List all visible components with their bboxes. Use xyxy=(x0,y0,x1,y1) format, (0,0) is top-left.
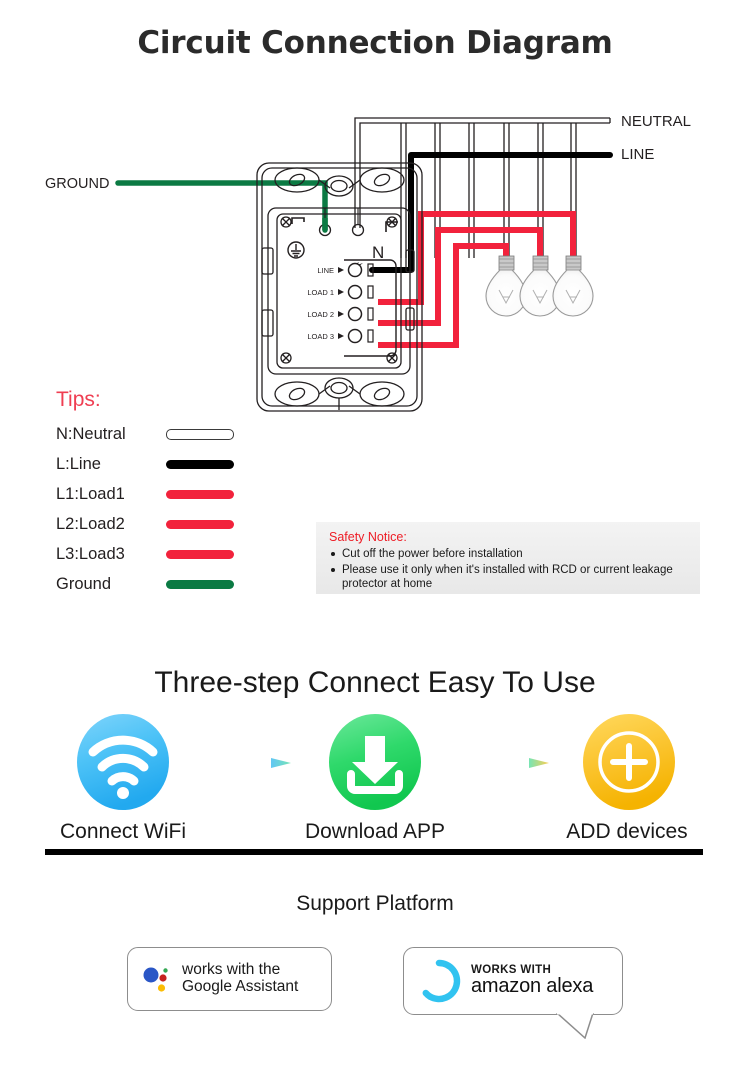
legend-label: L2:Load2 xyxy=(56,514,125,533)
support-platform-title: Support Platform xyxy=(296,892,454,915)
step-label-connect-wifi: Connect WiFi xyxy=(59,820,187,843)
terminal-arrows xyxy=(338,267,344,339)
terminal-screws xyxy=(347,262,363,344)
support-badges: works with the Google Assistant WORKS WI… xyxy=(0,947,750,1057)
line-label: LINE xyxy=(621,146,654,163)
badge-google-line2: Google Assistant xyxy=(182,978,299,995)
step-add-devices[interactable] xyxy=(579,712,679,812)
neutral-bus-wire xyxy=(354,117,611,138)
three-step-labels: Connect WiFi Download APP ADD devices xyxy=(0,820,750,850)
tips-heading: Tips: xyxy=(56,388,101,411)
legend-label: L1:Load1 xyxy=(56,484,125,503)
three-step-heading: Three-step Connect Easy To Use xyxy=(154,666,596,699)
legend-swatch-neutral xyxy=(166,428,234,440)
bulb xyxy=(519,255,561,317)
terminal-n-label: N xyxy=(372,243,384,262)
amazon-alexa-logo xyxy=(422,959,461,1003)
terminal-label-load3: LOAD 3 xyxy=(307,332,334,341)
legend-item: L:Line xyxy=(56,449,296,479)
step-download-app[interactable] xyxy=(325,712,425,812)
legend-item: Ground xyxy=(56,569,296,599)
plus-circle-icon xyxy=(583,714,675,810)
terminal-slots xyxy=(367,263,374,343)
tips-legend: Tips: N:Neutral L:Line L1:Load1 L2:Load2… xyxy=(56,388,296,599)
bulb xyxy=(552,255,594,317)
section-divider xyxy=(45,849,703,855)
step-arrow-1 xyxy=(187,756,307,770)
legend-item: L2:Load2 xyxy=(56,509,296,539)
ground-symbol xyxy=(287,241,305,259)
legend-swatch-load3 xyxy=(166,549,234,559)
step-label-download-app: Download APP xyxy=(304,820,446,843)
legend-item: N:Neutral xyxy=(56,419,296,449)
badge-alexa-text: WORKS WITH amazon alexa xyxy=(471,964,593,998)
terminal-label-load1: LOAD 1 xyxy=(307,288,334,297)
legend-swatch-line xyxy=(166,459,234,469)
legend-swatch-load2 xyxy=(166,519,234,529)
terminal-rows: LINE LOAD 1 LOAD 2 LOAD 3 xyxy=(307,266,334,341)
safety-notice: Safety Notice: Cut off the power before … xyxy=(316,522,700,594)
terminal-label-load2: LOAD 2 xyxy=(307,310,334,319)
legend-label: L3:Load3 xyxy=(56,544,125,563)
legend-label: Ground xyxy=(56,574,112,593)
bulb xyxy=(485,255,527,317)
step-connect-wifi[interactable] xyxy=(73,712,173,812)
ground-label: GROUND xyxy=(45,176,109,192)
legend-swatch-ground xyxy=(166,579,234,589)
neutral-label: NEUTRAL xyxy=(621,113,691,130)
step-label-add-devices: ADD devices xyxy=(566,820,688,843)
terminal-label-line: LINE xyxy=(317,266,334,275)
google-assistant-logo xyxy=(143,967,168,992)
bulb-group xyxy=(485,255,594,317)
neutral-drop-wires xyxy=(400,123,577,258)
badge-google-line1: works with the xyxy=(182,961,281,979)
download-icon xyxy=(329,714,421,810)
badge-amazon-alexa[interactable]: WORKS WITH amazon alexa xyxy=(403,947,623,1015)
wall-plate xyxy=(256,162,423,412)
legend-item: L3:Load3 xyxy=(56,539,296,569)
safety-notice-item: Cut off the power before installation xyxy=(329,547,688,561)
legend-label: N:Neutral xyxy=(56,424,126,443)
legend-swatch-load1 xyxy=(166,489,234,499)
badge-google-assistant[interactable]: works with the Google Assistant xyxy=(127,947,332,1011)
safety-notice-item: Please use it only when it's installed w… xyxy=(329,563,688,591)
badge-google-text: works with the Google Assistant xyxy=(182,962,298,995)
three-step-row xyxy=(45,712,705,812)
safety-notice-title: Safety Notice: xyxy=(329,530,407,544)
badge-alexa-tail xyxy=(555,1013,594,1039)
ground-wire xyxy=(115,180,328,233)
circuit-diagram: NEUTRAL LINE GROUND N LINE LOAD 1 LOAD 2… xyxy=(0,100,750,430)
badge-alexa-line2: amazon alexa xyxy=(471,975,594,998)
legend-label: L:Line xyxy=(56,454,101,473)
page-title: Circuit Connection Diagram xyxy=(137,25,613,61)
wifi-icon xyxy=(77,714,169,810)
legend-item: L1:Load1 xyxy=(56,479,296,509)
step-arrow-2 xyxy=(445,756,565,770)
